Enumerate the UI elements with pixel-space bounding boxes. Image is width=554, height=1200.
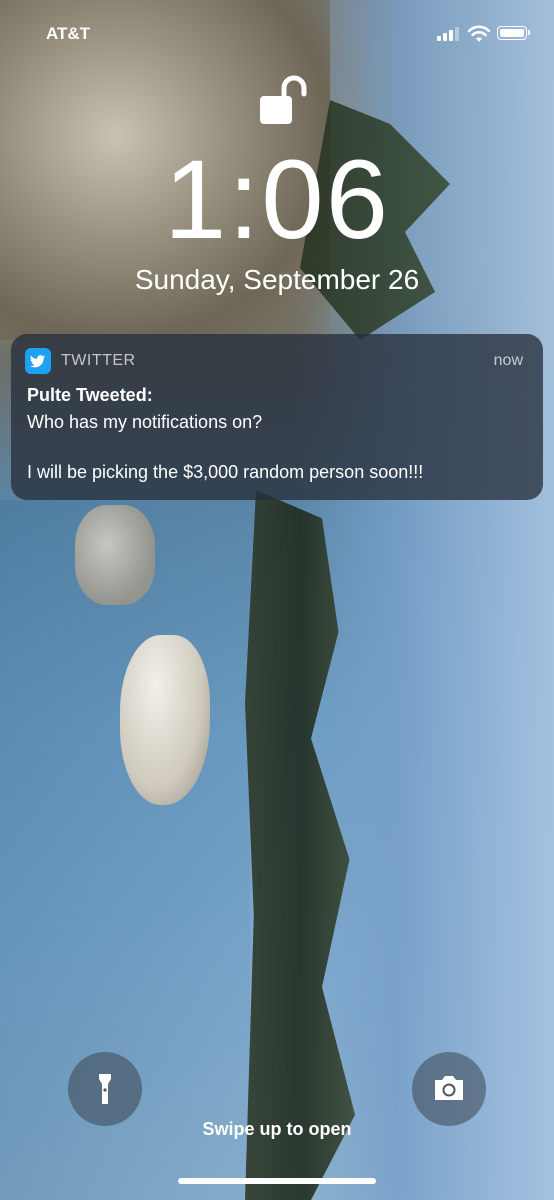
lock-screen-time: 1:06 bbox=[164, 137, 390, 262]
carrier-label: AT&T bbox=[46, 24, 91, 43]
wallpaper-rock-small bbox=[75, 505, 155, 605]
camera-button[interactable] bbox=[412, 1052, 486, 1126]
notification-title: Pulte Tweeted: bbox=[27, 385, 153, 405]
wifi-icon bbox=[467, 25, 491, 42]
battery-icon bbox=[497, 26, 530, 40]
unlocked-padlock-icon bbox=[260, 75, 307, 124]
notification-body-line-2: I will be picking the $3,000 random pers… bbox=[27, 462, 424, 482]
camera-icon bbox=[435, 1076, 463, 1100]
swipe-up-hint: Swipe up to open bbox=[202, 1119, 352, 1139]
flashlight-button[interactable] bbox=[68, 1052, 142, 1126]
status-bar: AT&T bbox=[0, 22, 554, 46]
notification-header: TWITTER now bbox=[25, 348, 523, 374]
cellular-signal-icon bbox=[437, 27, 459, 41]
flashlight-icon bbox=[99, 1074, 111, 1104]
lock-screen-date: Sunday, September 26 bbox=[134, 264, 420, 295]
notification-card[interactable]: TWITTER now Pulte Tweeted: Who has my no… bbox=[11, 334, 543, 500]
wallpaper-rock-large bbox=[120, 635, 210, 805]
twitter-bird-icon bbox=[25, 348, 51, 374]
notification-app-name: TWITTER bbox=[61, 352, 136, 369]
notification-timestamp: now bbox=[493, 352, 523, 369]
home-indicator[interactable] bbox=[178, 1178, 376, 1184]
notification-body-line-1: Who has my notifications on? bbox=[27, 412, 263, 432]
